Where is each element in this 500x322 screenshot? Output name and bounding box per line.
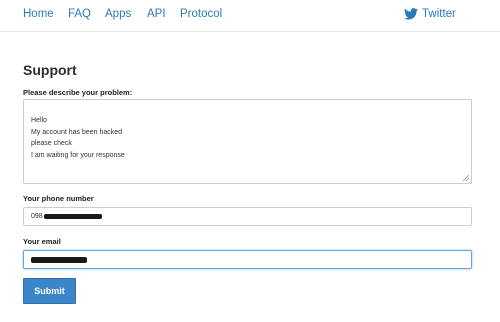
- email-redaction: [31, 256, 87, 263]
- message-line: please check: [31, 140, 72, 147]
- problem-textarea[interactable]: Hello My account has been hacked please …: [23, 99, 472, 184]
- support-page: Home FAQ Apps API Protocol Twitter Suppo…: [0, 0, 500, 322]
- twitter-bird-icon: [404, 8, 418, 20]
- twitter-label: Twitter: [422, 8, 456, 20]
- twitter-link[interactable]: Twitter: [404, 8, 456, 20]
- submit-button[interactable]: Submit: [23, 278, 76, 304]
- problem-label: Please describe your problem:: [23, 88, 133, 97]
- top-navbar: Home FAQ Apps API Protocol Twitter: [0, 0, 500, 32]
- phone-label: Your phone number: [23, 194, 94, 203]
- email-label: Your email: [23, 237, 61, 246]
- phone-redaction: [43, 214, 102, 219]
- message-line: My account has been hacked: [31, 128, 123, 136]
- message-line: I am waiting for your response: [31, 151, 125, 159]
- email-field[interactable]: [23, 250, 472, 269]
- nav-link-faq[interactable]: FAQ: [68, 8, 91, 20]
- nav-link-protocol[interactable]: Protocol: [180, 8, 222, 20]
- resize-handle-icon[interactable]: [463, 175, 469, 181]
- nav-link-home[interactable]: Home: [23, 8, 54, 20]
- phone-value: 098: [31, 213, 43, 220]
- message-line: Hello: [31, 117, 47, 124]
- phone-field[interactable]: 098: [23, 207, 472, 226]
- page-title: Support: [23, 62, 77, 78]
- nav-link-api[interactable]: API: [147, 8, 166, 20]
- nav-link-apps[interactable]: Apps: [105, 8, 131, 20]
